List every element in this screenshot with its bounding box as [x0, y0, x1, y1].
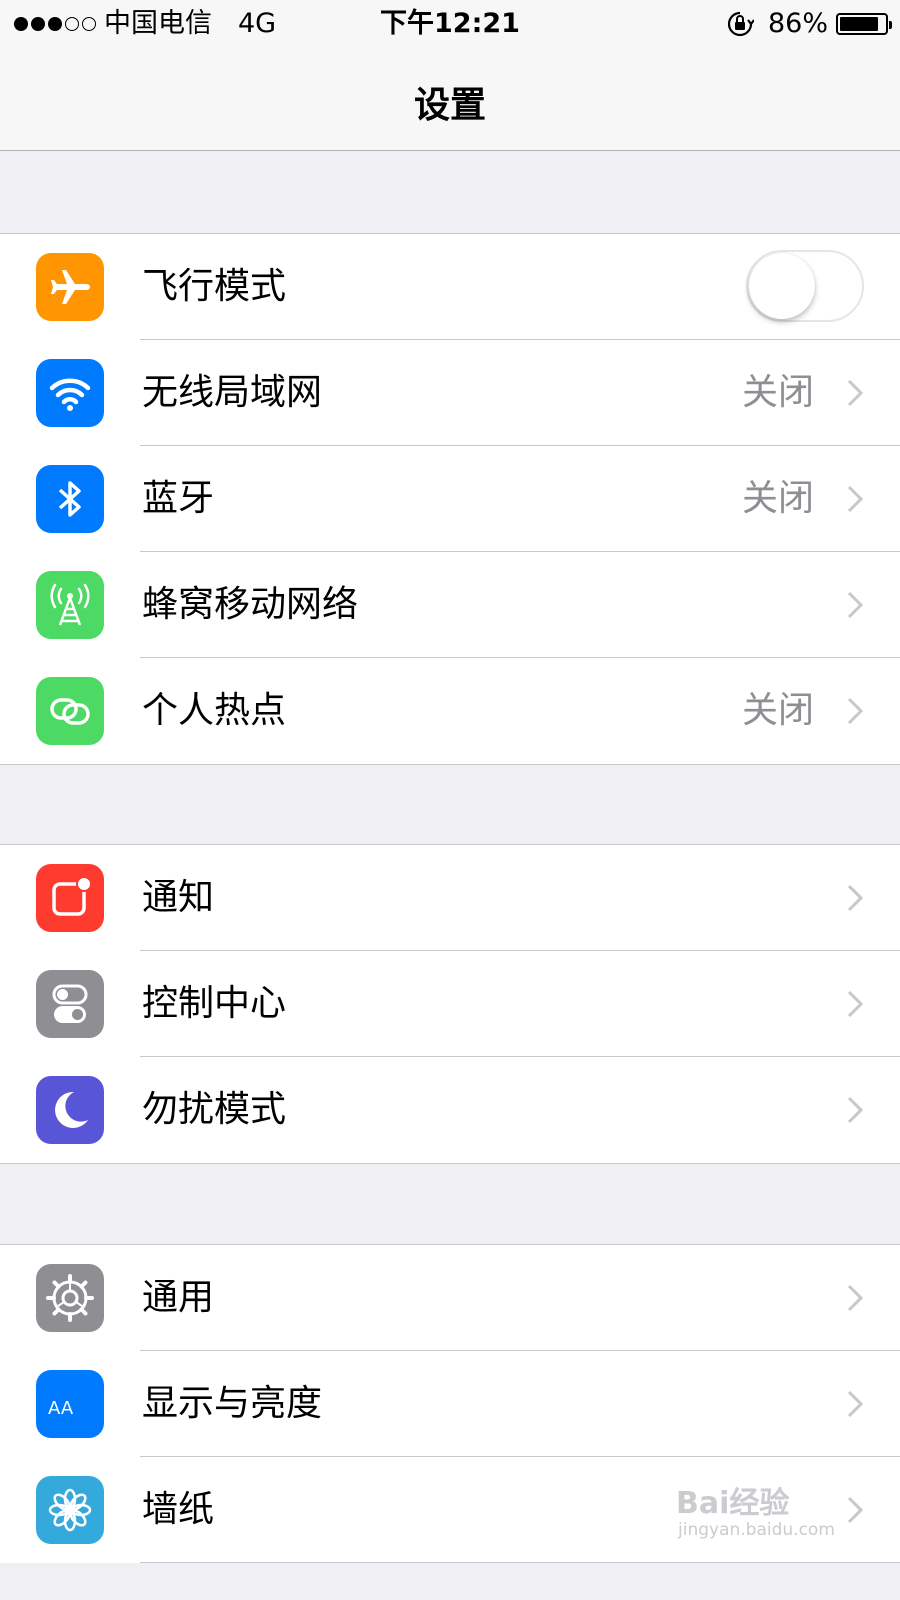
row-label: 无线局域网 — [142, 372, 323, 413]
airplane-icon — [36, 253, 104, 321]
status-bar: 中国电信 4G 下午12:21 86% — [0, 0, 900, 48]
text-size-icon: AA — [36, 1370, 104, 1438]
baidu-jingyan-watermark: Bai经验 jingyan.baidu.com — [676, 1478, 856, 1548]
page-title: 设置 — [413, 85, 486, 126]
row-label: 蓝牙 — [142, 478, 215, 519]
hotspot-link-icon — [36, 677, 104, 745]
toggle-knob[interactable] — [749, 253, 815, 319]
settings-row-cellular[interactable]: 蜂窝移动网络 — [0, 552, 900, 658]
row-label: 控制中心 — [142, 983, 287, 1024]
row-value: 关闭 — [741, 372, 814, 413]
row-label: 个人热点 — [142, 690, 287, 731]
settings-row-notifications[interactable]: 通知 — [0, 845, 900, 951]
chevron-right-icon — [847, 591, 864, 619]
row-label: 飞行模式 — [142, 266, 287, 307]
settings-row-do-not-disturb[interactable]: 勿扰模式 — [0, 1057, 900, 1163]
airplane-mode-toggle[interactable] — [746, 250, 864, 322]
battery-percent: 86% — [767, 8, 828, 39]
orientation-lock-icon — [727, 11, 754, 37]
navigation-bar: 设置 — [0, 48, 900, 151]
row-label: 通用 — [142, 1277, 215, 1318]
settings-row-airplane-mode: 飞行模式 — [0, 234, 900, 340]
row-label: 蜂窝移动网络 — [142, 584, 359, 625]
row-value: 关闭 — [741, 478, 814, 519]
settings-row-bluetooth[interactable]: 蓝牙 关闭 — [0, 446, 900, 552]
battery-fill — [840, 17, 878, 31]
chevron-right-icon — [847, 379, 864, 407]
bluetooth-icon — [36, 465, 104, 533]
chevron-right-icon — [847, 697, 864, 725]
settings-row-display-brightness[interactable]: AA 显示与亮度 — [0, 1351, 900, 1457]
chevron-right-icon — [847, 1284, 864, 1312]
chevron-right-icon — [847, 485, 864, 513]
settings-group-connectivity: 飞行模式 无线局域网 关闭 蓝牙 关闭 蜂窝移动网络 个人热点 关闭 — [0, 233, 900, 765]
watermark-brand: Bai经验 — [676, 1486, 790, 1521]
chevron-right-icon — [847, 884, 864, 912]
row-label: 勿扰模式 — [142, 1089, 287, 1130]
row-label: 墙纸 — [142, 1489, 215, 1530]
cellular-antenna-icon — [36, 571, 104, 639]
toggles-icon — [36, 970, 104, 1038]
notification-icon — [36, 864, 104, 932]
moon-icon — [36, 1076, 104, 1144]
settings-row-control-center[interactable]: 控制中心 — [0, 951, 900, 1057]
battery-icon — [836, 13, 892, 35]
chevron-right-icon — [847, 990, 864, 1018]
row-value: 关闭 — [741, 690, 814, 731]
settings-group-notifications: 通知 控制中心 勿扰模式 — [0, 844, 900, 1164]
settings-row-wifi[interactable]: 无线局域网 关闭 — [0, 340, 900, 446]
chevron-right-icon — [847, 1096, 864, 1124]
row-label: 显示与亮度 — [142, 1383, 323, 1424]
status-right: 86% — [726, 0, 892, 48]
chevron-right-icon — [847, 1390, 864, 1418]
wifi-icon — [36, 359, 104, 427]
settings-row-general[interactable]: 通用 — [0, 1245, 900, 1351]
flower-icon — [36, 1476, 104, 1544]
watermark-site: jingyan.baidu.com — [678, 1520, 835, 1540]
row-label: 通知 — [142, 877, 215, 918]
settings-row-personal-hotspot[interactable]: 个人热点 关闭 — [0, 658, 900, 764]
gear-icon — [36, 1264, 104, 1332]
icon-text: AA — [48, 1398, 74, 1419]
